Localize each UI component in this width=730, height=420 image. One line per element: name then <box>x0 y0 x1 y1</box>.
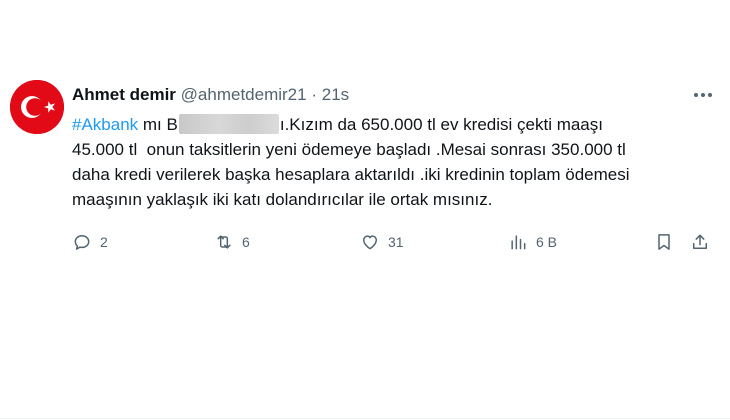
author-name[interactable]: Ahmet demir <box>72 85 176 104</box>
tweet-header: Ahmet demir @ahmetdemir21 · 21s <box>72 84 349 106</box>
like-button[interactable]: 31 <box>360 228 404 256</box>
tweet-line-1-prefix: mı B <box>138 115 178 134</box>
reply-button[interactable]: 2 <box>72 228 108 256</box>
tweet-text: #Akbank mı B ı.Kızım da 650.000 tl ev kre… <box>72 112 722 212</box>
tweet-line-4: maaşının yaklaşık iki katı dolandırıcıla… <box>72 190 493 209</box>
hashtag-link[interactable]: #Akbank <box>72 115 138 134</box>
tweet-timestamp[interactable]: 21s <box>322 85 349 104</box>
header-separator: · <box>311 85 317 104</box>
bookmark-button[interactable] <box>654 228 674 256</box>
tweet-line-3: daha kredi verilerek başka hesaplara akt… <box>72 165 630 184</box>
bar-chart-icon <box>511 235 526 250</box>
like-count: 31 <box>388 234 404 250</box>
heart-icon <box>363 235 377 250</box>
tweet-line-1: #Akbank mı B ı.Kızım da 650.000 tl ev kre… <box>72 112 722 137</box>
tweet-card[interactable]: Ahmet demir @ahmetdemir21 · 21s #Akbank … <box>0 0 730 420</box>
action-bar: 2 6 31 6 B <box>0 228 730 256</box>
retweet-button[interactable]: 6 <box>214 228 250 256</box>
retweet-icon <box>217 235 231 249</box>
share-button[interactable] <box>690 228 710 256</box>
reply-count: 2 <box>100 234 108 250</box>
tweet-divider <box>0 418 730 419</box>
reply-icon <box>74 235 90 250</box>
retweet-count: 6 <box>242 234 250 250</box>
tweet-line-2: 45.000 tl onun taksitlerin yeni ödemeye … <box>72 140 626 159</box>
share-icon <box>693 234 707 249</box>
turkish-flag-icon <box>10 80 64 134</box>
more-options-icon[interactable] <box>690 84 716 106</box>
views-button[interactable]: 6 B <box>508 228 557 256</box>
bookmark-icon <box>658 234 670 250</box>
author-handle[interactable]: @ahmetdemir21 <box>181 85 307 104</box>
view-count: 6 B <box>536 234 558 250</box>
tweet-line-1-suffix: ı.Kızım da 650.000 tl ev kredisi çekti m… <box>279 115 603 134</box>
avatar[interactable] <box>10 80 64 134</box>
redaction-blur <box>178 114 279 134</box>
